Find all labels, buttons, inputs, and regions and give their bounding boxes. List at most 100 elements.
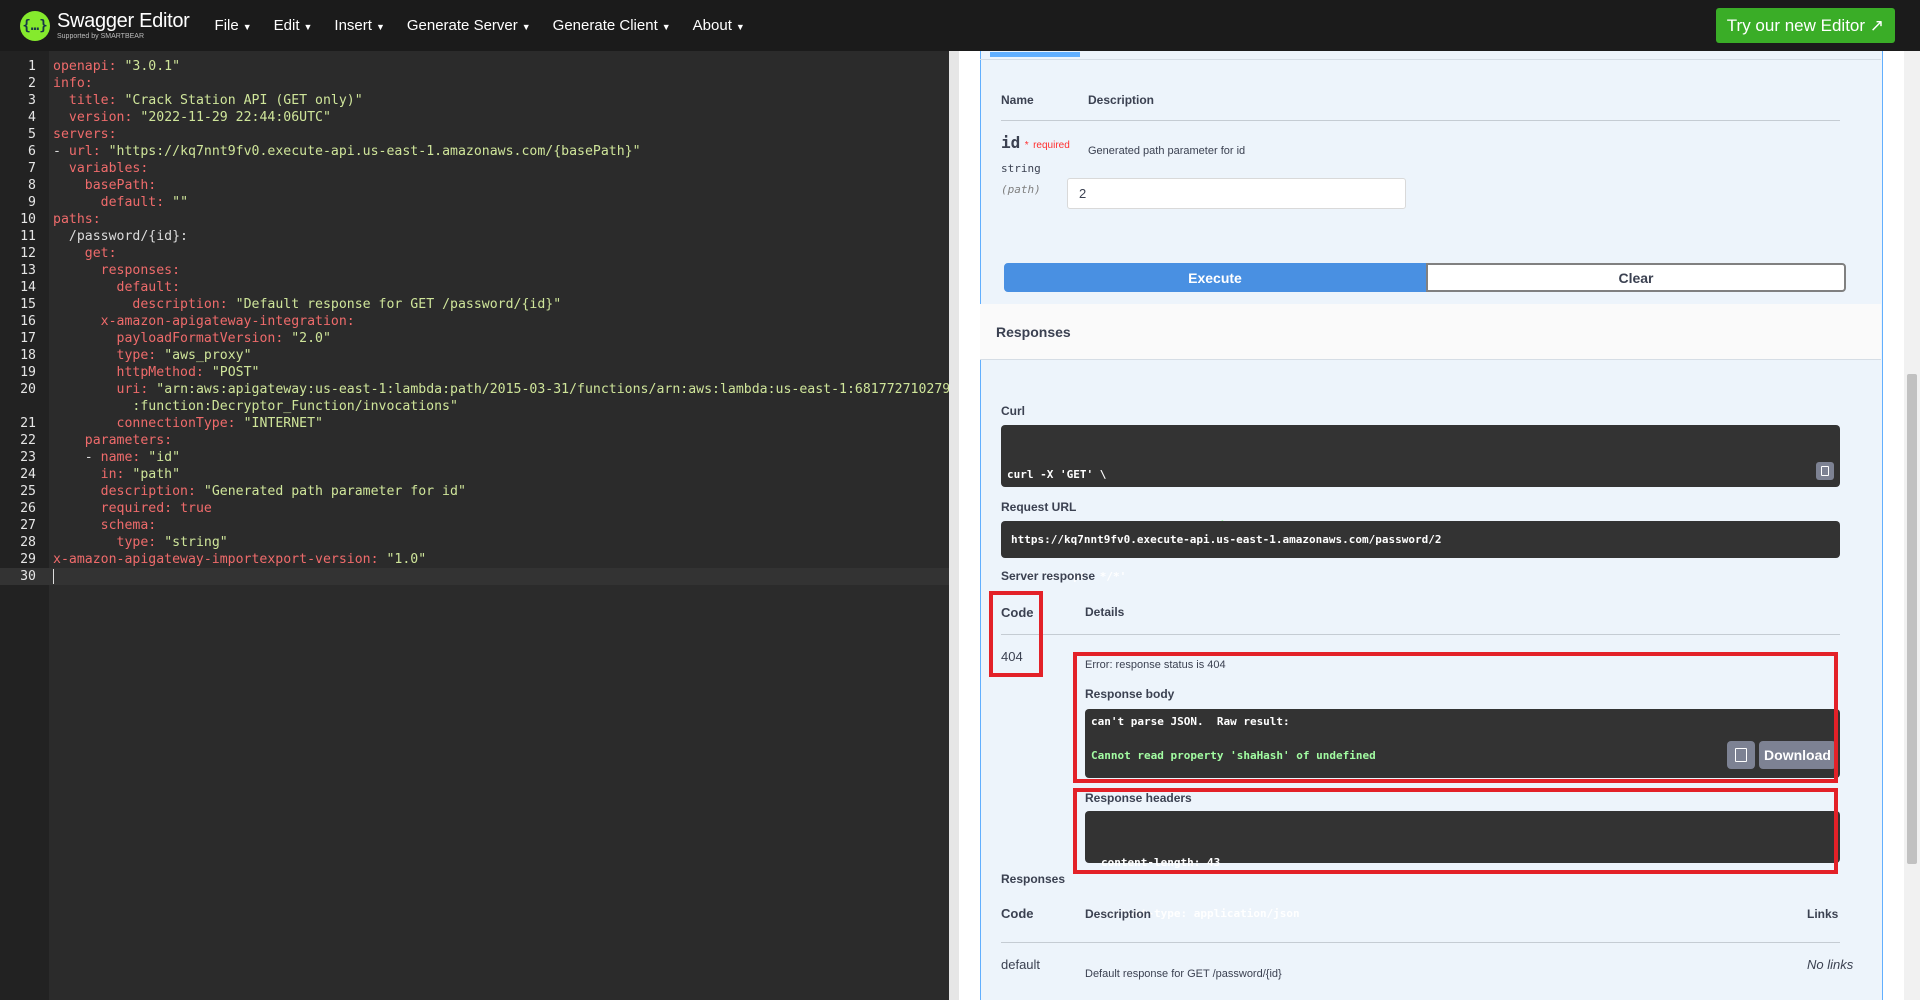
code-text: - url: "https://kq7nnt9fv0.execute-api.u… bbox=[53, 144, 641, 159]
scrollbar[interactable] bbox=[1904, 51, 1920, 1000]
divider bbox=[1001, 942, 1840, 943]
editor-line[interactable]: 17 payloadFormatVersion: "2.0" bbox=[0, 330, 949, 347]
code-text: parameters: bbox=[84, 433, 173, 448]
code-editor[interactable]: 1 openapi: "3.0.1" 2 info: 3 title: "Crack S… bbox=[0, 51, 950, 1000]
code-text: - name: "id" bbox=[53, 450, 181, 465]
editor-line[interactable]: 1 openapi: "3.0.1" bbox=[0, 58, 949, 75]
code-text: connectionType: "INTERNET" bbox=[116, 416, 323, 431]
responses-col-description: Description bbox=[1085, 907, 1152, 921]
code-text: type: "aws_proxy" bbox=[116, 348, 252, 363]
divider bbox=[1001, 120, 1840, 121]
editor-line[interactable]: 2 info: bbox=[0, 75, 949, 92]
code-text: default: "" bbox=[100, 195, 189, 210]
param-location: (path) bbox=[1001, 183, 1041, 196]
caret-down-icon: ▼ bbox=[661, 22, 671, 32]
editor-line[interactable]: 30 bbox=[0, 568, 949, 585]
line-number: 3 bbox=[28, 93, 36, 108]
code-text: basePath: bbox=[84, 178, 157, 193]
request-url-label: Request URL bbox=[1001, 500, 1077, 514]
editor-line[interactable]: 7 variables: bbox=[0, 160, 949, 177]
top-bar: {…} Swagger Editor Supported by SMARTBEA… bbox=[0, 0, 1920, 51]
code-text: description: "Default response for GET /… bbox=[132, 297, 562, 312]
copy-icon[interactable] bbox=[1816, 462, 1834, 480]
curl-line: curl -X 'GET' \ bbox=[1007, 468, 1107, 481]
server-response-label: Server response bbox=[1001, 569, 1096, 583]
editor-line[interactable]: 26 required: true bbox=[0, 500, 949, 517]
text-cursor bbox=[53, 569, 54, 584]
line-number: 18 bbox=[20, 348, 36, 363]
editor-line[interactable]: 23 - name: "id" bbox=[0, 449, 949, 466]
code-text: version: "2022-11-29 22:44:06UTC" bbox=[68, 110, 331, 125]
menu-bar: File ▼ Edit ▼ Insert ▼ Generate Server ▼ Gen… bbox=[204, 17, 756, 34]
editor-line[interactable]: 11 /password/{id}: bbox=[0, 228, 949, 245]
menu-about[interactable]: About ▼ bbox=[682, 17, 756, 34]
editor-line[interactable]: 3 title: "Crack Station API (GET only)" bbox=[0, 92, 949, 109]
line-number: 29 bbox=[20, 552, 36, 567]
menu-insert[interactable]: Insert ▼ bbox=[323, 17, 395, 34]
active-tab-indicator bbox=[990, 52, 1080, 57]
menu-edit[interactable]: Edit ▼ bbox=[263, 17, 324, 34]
code-text: description: "Generated path parameter f… bbox=[100, 484, 466, 499]
line-number: 8 bbox=[28, 178, 36, 193]
code-text: httpMethod: "POST" bbox=[116, 365, 260, 380]
editor-line[interactable]: 14 default: bbox=[0, 279, 949, 296]
editor-line[interactable]: 5 servers: bbox=[0, 126, 949, 143]
caret-down-icon: ▼ bbox=[242, 22, 252, 32]
server-response-col-details: Details bbox=[1085, 605, 1125, 619]
code-text: info: bbox=[53, 76, 93, 91]
required-mark: * bbox=[1024, 140, 1029, 151]
line-number: 5 bbox=[28, 127, 36, 142]
editor-line[interactable]: 10 paths: bbox=[0, 211, 949, 228]
code-text: required: true bbox=[100, 501, 212, 516]
clear-button[interactable]: Clear bbox=[1426, 263, 1846, 292]
code-text: servers: bbox=[53, 127, 117, 142]
pane-splitter[interactable] bbox=[949, 51, 959, 1000]
editor-line[interactable]: 21 connectionType: "INTERNET" bbox=[0, 415, 949, 432]
editor-line[interactable]: 8 basePath: bbox=[0, 177, 949, 194]
menu-generate-client[interactable]: Generate Client ▼ bbox=[542, 17, 682, 34]
app-title: Swagger Editor bbox=[57, 10, 190, 32]
divider bbox=[1001, 634, 1840, 635]
line-number: 9 bbox=[28, 195, 36, 210]
param-type: string bbox=[1001, 162, 1041, 175]
editor-line[interactable]: 27 schema: bbox=[0, 517, 949, 534]
menu-file[interactable]: File ▼ bbox=[204, 17, 263, 34]
caret-down-icon: ▼ bbox=[375, 22, 385, 32]
editor-line[interactable]: 12 get: bbox=[0, 245, 949, 262]
line-number: 23 bbox=[20, 450, 36, 465]
editor-line[interactable]: 9 default: "" bbox=[0, 194, 949, 211]
menu-generate-server[interactable]: Generate Server ▼ bbox=[396, 17, 542, 34]
code-text: in: "path" bbox=[100, 467, 181, 482]
param-col-description: Description bbox=[1088, 93, 1155, 107]
line-number: 2 bbox=[28, 76, 36, 91]
editor-line[interactable]: 6 - url: "https://kq7nnt9fv0.execute-api.… bbox=[0, 143, 949, 160]
param-id-input[interactable]: 2 bbox=[1067, 178, 1406, 209]
line-number: 20 bbox=[20, 382, 36, 397]
editor-line[interactable]: 20 uri: "arn:aws:apigateway:us-east-1:la… bbox=[0, 381, 950, 398]
try-new-editor-button[interactable]: Try our new Editor ↗ bbox=[1715, 8, 1895, 43]
editor-line[interactable]: 28 type: "string" bbox=[0, 534, 949, 551]
line-number: 12 bbox=[20, 246, 36, 261]
request-url-block: https://kq7nnt9fv0.execute-api.us-east-1… bbox=[1001, 521, 1840, 558]
curl-code-block: curl -X 'GET' \ 'https://kq7nnt9fv0.exec… bbox=[1001, 425, 1840, 583]
code-text: openapi: "3.0.1" bbox=[53, 59, 181, 74]
editor-line[interactable]: 19 httpMethod: "POST" bbox=[0, 364, 949, 381]
line-number: 10 bbox=[20, 212, 36, 227]
editor-line[interactable]: 25 description: "Generated path paramete… bbox=[0, 483, 949, 500]
editor-line[interactable]: 4 version: "2022-11-29 22:44:06UTC" bbox=[0, 109, 949, 126]
app-supported-by: Supported by SMARTBEAR bbox=[57, 33, 145, 40]
editor-line[interactable]: :function:Decryptor_Function/invocations… bbox=[0, 398, 949, 415]
editor-line[interactable]: 16 x-amazon-apigateway-integration: bbox=[0, 313, 949, 330]
scrollbar-thumb[interactable] bbox=[1907, 374, 1917, 864]
swagger-logo[interactable]: {…} Swagger Editor Supported by SMARTBEA… bbox=[20, 10, 190, 41]
execute-button[interactable]: Execute bbox=[1004, 263, 1426, 292]
line-number: 14 bbox=[20, 280, 36, 295]
highlight-code-box bbox=[989, 591, 1043, 677]
line-number: 25 bbox=[20, 484, 36, 499]
editor-line[interactable]: 24 in: "path" bbox=[0, 466, 949, 483]
editor-line[interactable]: 18 type: "aws_proxy" bbox=[0, 347, 949, 364]
editor-line[interactable]: 15 description: "Default response for GE… bbox=[0, 296, 949, 313]
editor-line[interactable]: 22 parameters: bbox=[0, 432, 949, 449]
editor-line[interactable]: 29 x-amazon-apigateway-importexport-versi… bbox=[0, 551, 949, 568]
editor-line[interactable]: 13 responses: bbox=[0, 262, 949, 279]
